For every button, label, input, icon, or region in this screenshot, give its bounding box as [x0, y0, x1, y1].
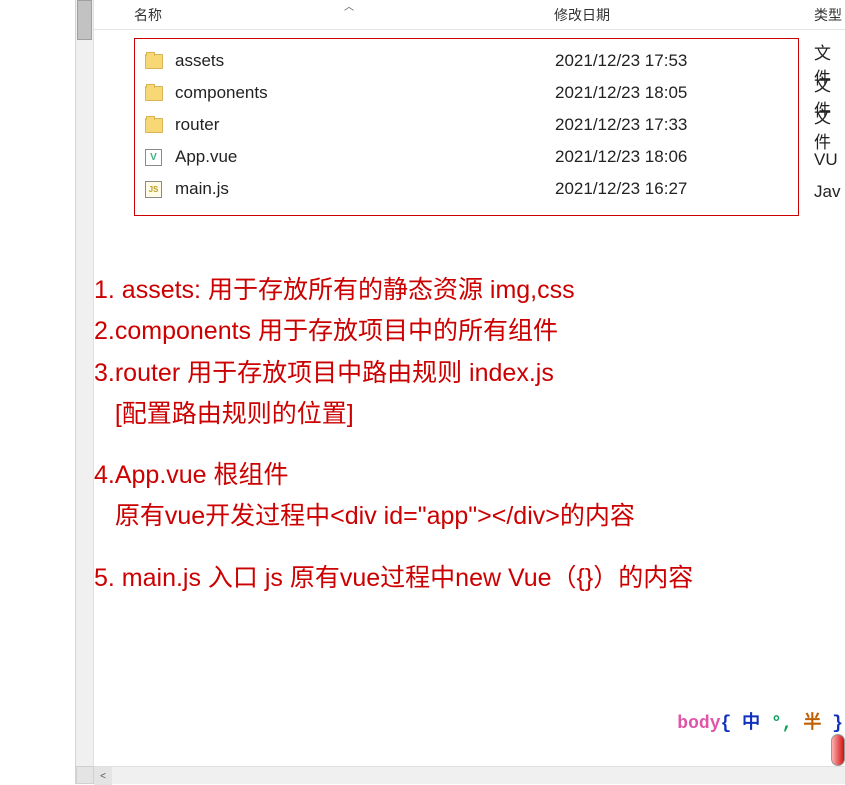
ime-selector-label: body [677, 714, 720, 734]
vue-file-icon: V [145, 149, 162, 166]
file-type: Jav [814, 176, 845, 208]
folder-icon [145, 54, 163, 69]
file-list-header: 名称 ︿ 修改日期 类型 [94, 0, 845, 30]
file-type-column: 文件 文件 文件 VU Jav [814, 48, 845, 208]
annotation-notes: 1. assets: 用于存放所有的静态资源 img,css 2.compone… [94, 270, 845, 599]
note-line: 4.App.vue 根组件 [94, 455, 845, 496]
note-line: 原有vue开发过程中<div id="app"></div>的内容 [94, 496, 845, 537]
file-date: 2021/12/23 17:53 [555, 51, 687, 71]
file-row[interactable]: router 2021/12/23 17:33 [135, 109, 798, 141]
file-date: 2021/12/23 17:33 [555, 115, 687, 135]
column-name-header[interactable]: 名称 [134, 5, 162, 25]
scroll-left-button[interactable]: < [94, 767, 112, 785]
file-row[interactable]: JS main.js 2021/12/23 16:27 [135, 173, 798, 205]
note-line: 3.router 用于存放项目中路由规则 index.js [94, 353, 845, 394]
horizontal-scrollbar[interactable]: < [94, 766, 845, 784]
file-date: 2021/12/23 18:06 [555, 147, 687, 167]
file-list-highlighted: assets 2021/12/23 17:53 components 2021/… [134, 38, 799, 216]
file-name: main.js [175, 179, 229, 199]
js-file-icon: JS [145, 181, 162, 198]
note-line: 1. assets: 用于存放所有的静态资源 img,css [94, 270, 845, 311]
file-name: App.vue [175, 147, 237, 167]
file-date: 2021/12/23 18:05 [555, 83, 687, 103]
file-row[interactable]: components 2021/12/23 18:05 [135, 77, 798, 109]
file-date: 2021/12/23 16:27 [555, 179, 687, 199]
scrollbar-corner [76, 766, 94, 784]
note-line: 5. main.js 入口 js 原有vue过程中new Vue（{}）的内容 [94, 558, 845, 599]
note-line: [配置路由规则的位置] [94, 394, 845, 435]
file-type: 文件 [814, 112, 845, 144]
file-name: components [175, 83, 268, 103]
ime-width-toggle[interactable]: 半 [803, 714, 821, 734]
ime-brace-icon: } [832, 714, 843, 734]
vertical-scrollbar[interactable] [76, 0, 94, 784]
sort-indicator-icon[interactable]: ︿ [344, 0, 354, 13]
ime-brace-icon: { [721, 714, 732, 734]
scroll-thumb[interactable] [77, 0, 92, 40]
left-gutter [0, 0, 76, 784]
note-line: 2.components 用于存放项目中的所有组件 [94, 311, 845, 352]
indicator-capsule-icon [831, 734, 845, 766]
ime-status-bar[interactable]: body{ 中 °, 半 } [677, 708, 843, 734]
file-row[interactable]: assets 2021/12/23 17:53 [135, 45, 798, 77]
column-type-header[interactable]: 类型 [814, 5, 842, 25]
folder-icon [145, 118, 163, 133]
ime-punct-toggle[interactable]: °, [771, 714, 793, 734]
file-name: router [175, 115, 219, 135]
folder-icon [145, 86, 163, 101]
ime-lang-toggle[interactable]: 中 [742, 714, 760, 734]
column-date-header[interactable]: 修改日期 [554, 5, 610, 25]
file-name: assets [175, 51, 224, 71]
file-row[interactable]: V App.vue 2021/12/23 18:06 [135, 141, 798, 173]
